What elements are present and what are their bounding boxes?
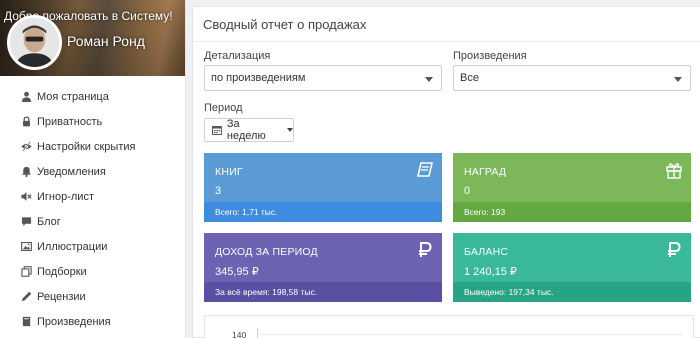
detail-label: Детализация	[204, 50, 271, 62]
page-title: Сводный отчет о продажах	[203, 17, 367, 32]
calendar-icon	[212, 126, 222, 135]
divider	[193, 41, 700, 42]
books-card-footer: Всего: 1,71 тыс.	[204, 202, 442, 222]
sidebar-item-label: Рецензии	[37, 290, 86, 303]
sidebar-item-privacy[interactable]: Приватность	[0, 109, 185, 134]
profile-banner: Добро пожаловать в Систему! Роман Ронд	[0, 0, 185, 76]
sidebar-item-my-page[interactable]: Моя страница	[0, 84, 185, 109]
image-icon	[20, 241, 32, 253]
y-axis-tick: 140	[232, 330, 247, 338]
balance-card-title: БАЛАНС	[464, 246, 509, 258]
period-value: За неделю	[226, 118, 266, 142]
balance-card-footer: Выведено: 197,34 тыс.	[453, 282, 691, 302]
sales-chart: 140	[204, 315, 694, 338]
awards-card: НАГРАД 0 Всего: 193	[453, 153, 691, 222]
income-card-value: 345,95 ₽	[215, 266, 259, 278]
sidebar-item-collections[interactable]: Подборки	[0, 259, 185, 284]
eye-slash-icon	[20, 141, 32, 153]
awards-card-value: 0	[464, 185, 471, 197]
lock-icon	[20, 116, 32, 128]
ruble-icon	[416, 241, 434, 259]
income-card-title: ДОХОД ЗА ПЕРИОД	[215, 246, 318, 258]
gift-icon	[665, 161, 683, 179]
detail-select-value: по произведениям	[211, 72, 306, 84]
bell-icon	[20, 166, 32, 178]
mute-icon	[20, 191, 32, 203]
sidebar-item-label: Моя страница	[37, 90, 109, 103]
sidebar: Добро пожаловать в Систему! Роман Ронд М…	[0, 0, 186, 338]
comment-icon	[20, 216, 32, 228]
period-label: Период	[204, 102, 243, 114]
sidebar-item-label: Игнор-лист	[37, 190, 94, 203]
chevron-down-icon	[425, 77, 433, 82]
sidebar-item-label: Произведения	[37, 315, 111, 328]
sidebar-item-label: Блог	[37, 215, 61, 228]
ruble-icon	[665, 241, 683, 259]
works-select-value: Все	[460, 72, 479, 84]
works-label: Произведения	[453, 50, 527, 62]
sales-report-panel: Сводный отчет о продажах Детализация по …	[192, 6, 700, 338]
awards-card-title: НАГРАД	[464, 166, 507, 178]
detail-select[interactable]: по произведениям	[204, 65, 442, 91]
income-card-footer: За всё время: 198,58 тыс.	[204, 282, 442, 302]
user-name[interactable]: Роман Ронд	[67, 33, 145, 49]
sidebar-menu: Моя страница Приватность Настройки скрыт…	[0, 76, 185, 334]
caret-down-icon	[287, 128, 293, 132]
sidebar-item-hide-settings[interactable]: Настройки скрытия	[0, 134, 185, 159]
sidebar-item-notifications[interactable]: Уведомления	[0, 159, 185, 184]
chevron-down-icon	[674, 77, 682, 82]
books-card: КНИГ 3 Всего: 1,71 тыс.	[204, 153, 442, 222]
chart-gridline	[257, 334, 683, 335]
books-card-title: КНИГ	[215, 166, 243, 178]
book-icon	[416, 161, 434, 179]
balance-card-value: 1 240,15 ₽	[464, 266, 517, 278]
sidebar-item-ignore-list[interactable]: Игнор-лист	[0, 184, 185, 209]
copy-icon	[20, 266, 32, 278]
sidebar-item-works[interactable]: Произведения	[0, 309, 185, 334]
sidebar-item-label: Уведомления	[37, 165, 106, 178]
sidebar-item-label: Приватность	[37, 115, 103, 128]
y-axis-line	[257, 328, 258, 338]
income-card: ДОХОД ЗА ПЕРИОД 345,95 ₽ За всё время: 1…	[204, 233, 442, 302]
sidebar-item-label: Иллюстрации	[37, 240, 108, 253]
sidebar-item-illustrations[interactable]: Иллюстрации	[0, 234, 185, 259]
books-card-value: 3	[215, 185, 222, 197]
sidebar-item-blog[interactable]: Блог	[0, 209, 185, 234]
awards-card-footer: Всего: 193	[453, 202, 691, 222]
sidebar-item-label: Настройки скрытия	[37, 140, 136, 153]
works-select[interactable]: Все	[453, 65, 691, 91]
user-icon	[20, 91, 32, 103]
book-icon	[20, 316, 32, 328]
balance-card: БАЛАНС 1 240,15 ₽ Выведено: 197,34 тыс.	[453, 233, 691, 302]
sidebar-item-label: Подборки	[37, 265, 87, 278]
sidebar-item-reviews[interactable]: Рецензии	[0, 284, 185, 309]
avatar[interactable]	[7, 15, 62, 70]
pen-icon	[20, 291, 32, 303]
period-dropdown-button[interactable]: За неделю	[204, 118, 294, 142]
